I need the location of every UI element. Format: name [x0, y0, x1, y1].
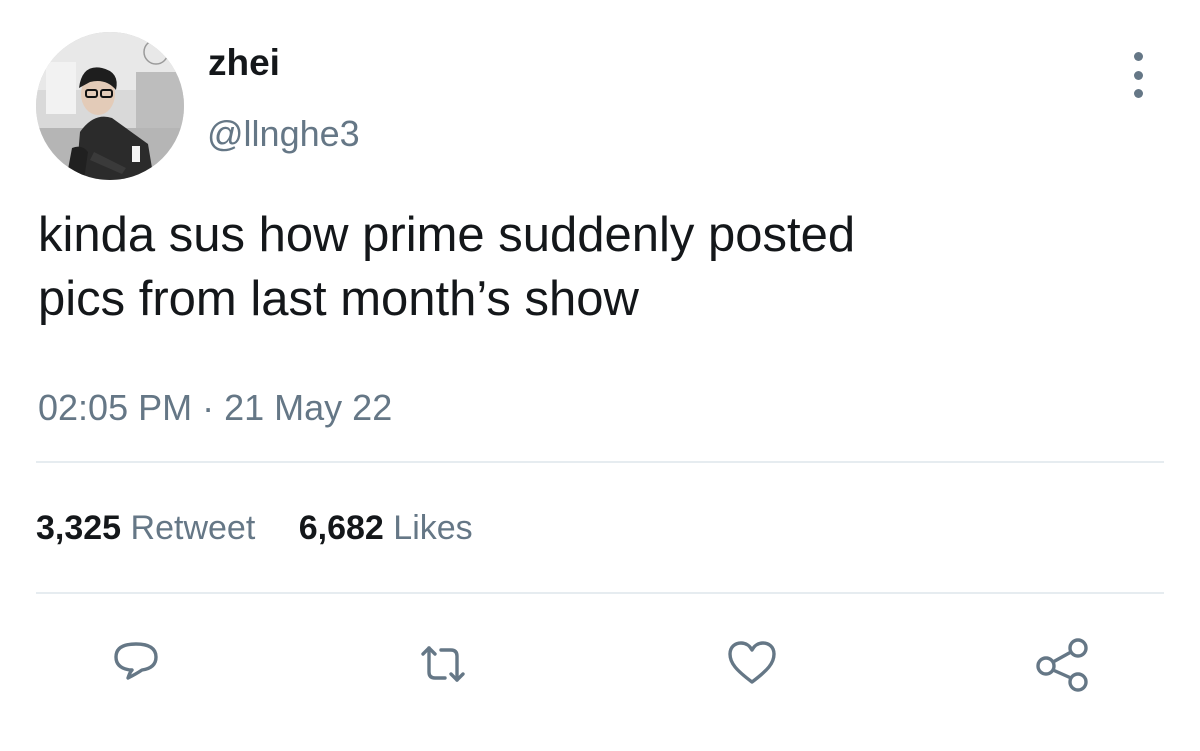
- reply-icon: [114, 642, 158, 680]
- retweet-label: Retweet: [130, 509, 256, 547]
- avatar[interactable]: [36, 32, 184, 180]
- display-name[interactable]: zhei: [208, 44, 280, 81]
- more-options-icon[interactable]: [1124, 52, 1152, 98]
- tweet-time: 02:05 PM: [38, 387, 193, 428]
- more-dot: [1133, 52, 1143, 61]
- likes-count: 6,682: [298, 509, 384, 547]
- reply-button[interactable]: [104, 632, 168, 696]
- user-handle[interactable]: @llnghe3: [207, 116, 360, 152]
- tweet-card: zhei @llnghe3 kinda sus how prime sudden…: [0, 0, 1200, 751]
- retweet-button[interactable]: [411, 632, 475, 696]
- avatar-photo: [36, 32, 184, 180]
- tweet-date: 21 May 22: [224, 387, 393, 428]
- divider: [36, 592, 1164, 594]
- divider: [36, 461, 1164, 463]
- tweet-text: kinda sus how prime suddenly posted pics…: [38, 208, 856, 326]
- retweet-icon: [421, 646, 465, 682]
- share-button[interactable]: [1030, 632, 1094, 696]
- tweet-timestamp[interactable]: 02:05 PM · 21 May 22: [38, 386, 392, 429]
- meta-separator: ·: [202, 387, 215, 428]
- more-dot: [1133, 89, 1143, 98]
- like-button[interactable]: [720, 632, 784, 696]
- retweet-count: 3,325: [36, 509, 122, 547]
- heart-icon: [728, 641, 776, 684]
- tweet-stats: 3,325 Retweet 6,682 Likes: [36, 508, 473, 549]
- share-icon: [1036, 638, 1088, 692]
- likes-label: Likes: [393, 509, 473, 547]
- likes-stat[interactable]: 6,682 Likes: [299, 508, 473, 549]
- more-dot: [1133, 70, 1143, 80]
- retweet-stat[interactable]: 3,325 Retweet: [36, 508, 255, 549]
